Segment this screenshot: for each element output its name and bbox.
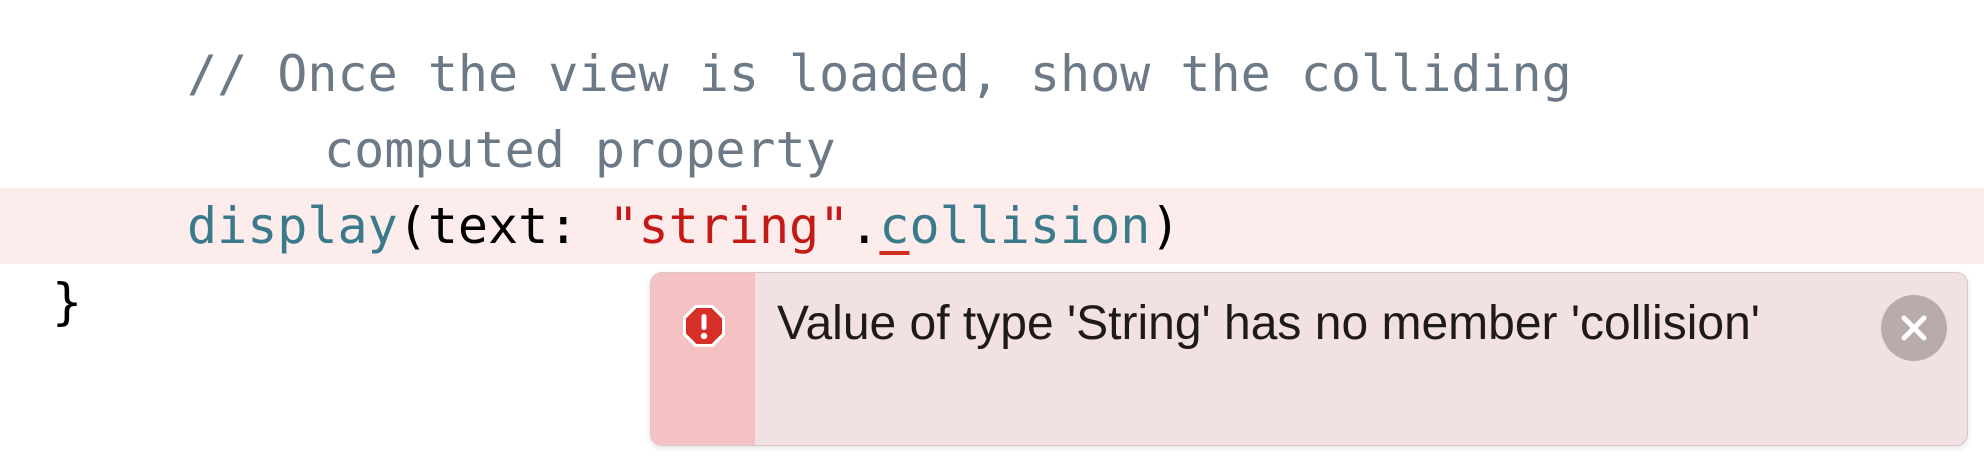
- close-button[interactable]: [1881, 295, 1947, 361]
- function-name: display: [187, 197, 398, 255]
- code-editor[interactable]: // Once the view is loaded, show the col…: [0, 0, 1984, 466]
- member-dot: .: [849, 197, 880, 255]
- error-gutter: [651, 273, 755, 445]
- error-annotation-popup[interactable]: Value of type 'String' has no member 'co…: [650, 272, 1968, 446]
- error-octagon-icon: [681, 303, 727, 349]
- closing-brace: }: [52, 273, 83, 331]
- code-line-error-highlight: display(text: "string".collision): [0, 188, 1984, 264]
- close-icon: [1901, 315, 1927, 341]
- error-underlined-char: c: [879, 197, 910, 255]
- code-line-comment: // Once the view is loaded, show the col…: [0, 36, 1984, 112]
- call-argument-label: (text:: [397, 197, 609, 255]
- call-close-paren: ): [1150, 197, 1181, 255]
- code-line-comment-wrapped: computed property: [0, 112, 1984, 188]
- code-comment-continuation: computed property: [324, 121, 836, 179]
- code-comment: // Once the view is loaded, show the col…: [187, 45, 1572, 103]
- member-name: ollision: [909, 197, 1151, 255]
- string-literal: "string": [608, 197, 850, 255]
- code-statement: display(text: "string".collision): [187, 188, 1180, 264]
- error-message: Value of type 'String' has no member 'co…: [777, 297, 1760, 350]
